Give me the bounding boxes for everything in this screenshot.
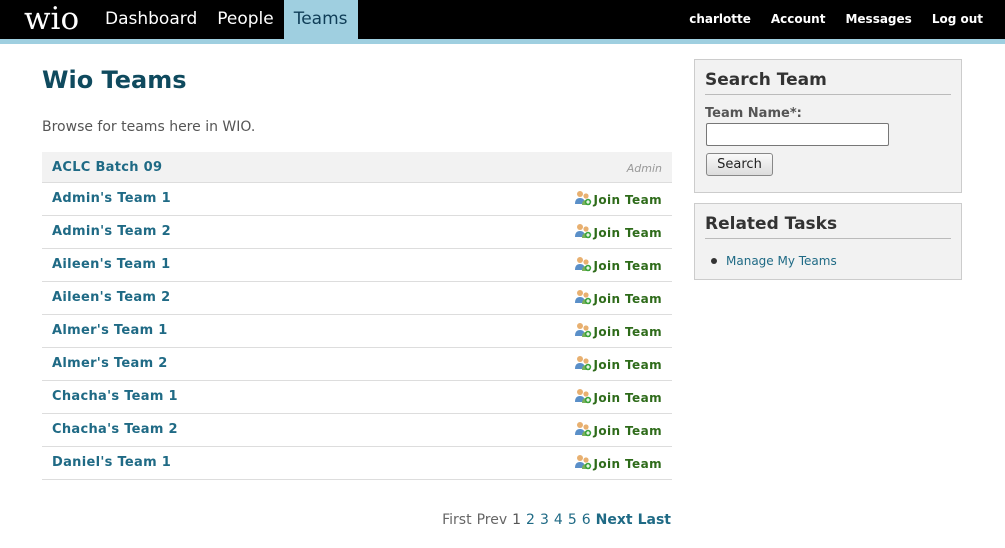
team-name-link[interactable]: Almer's Team 2 xyxy=(52,356,168,371)
table-row: Aileen's Team 2 Join Team xyxy=(42,282,672,315)
join-team-icon xyxy=(574,422,591,437)
team-name-link[interactable]: ACLC Batch 09 xyxy=(52,160,162,175)
team-name-label: Team Name*: xyxy=(705,106,802,121)
pager-page-6[interactable]: 6 xyxy=(582,512,591,528)
messages-link[interactable]: Messages xyxy=(825,0,911,39)
join-team-button[interactable]: Join Team xyxy=(574,323,662,339)
join-team-label: Join Team xyxy=(593,292,662,306)
intro-text: Browse for teams here in WIO. xyxy=(42,119,256,135)
table-row: Almer's Team 2 Join Team xyxy=(42,348,672,381)
table-row: Almer's Team 1 Join Team xyxy=(42,315,672,348)
team-name-link[interactable]: Aileen's Team 1 xyxy=(52,257,170,272)
page-title: Wio Teams xyxy=(42,66,187,94)
table-row: Admin's Team 2 Join Team xyxy=(42,216,672,249)
join-team-label: Join Team xyxy=(593,325,662,339)
join-team-label: Join Team xyxy=(593,391,662,405)
join-team-button[interactable]: Join Team xyxy=(574,389,662,405)
nav-dashboard[interactable]: Dashboard xyxy=(95,0,207,39)
join-team-label: Join Team xyxy=(593,226,662,240)
pager-page-2[interactable]: 2 xyxy=(526,512,535,528)
bullet-icon xyxy=(711,258,717,264)
table-row: Admin's Team 1 Join Team xyxy=(42,183,672,216)
manage-my-teams-link[interactable]: Manage My Teams xyxy=(711,254,837,268)
admin-badge: Admin xyxy=(626,162,662,175)
join-team-label: Join Team xyxy=(593,457,662,471)
join-team-icon xyxy=(574,389,591,404)
task-list: Manage My Teams xyxy=(711,254,837,268)
nav-teams[interactable]: Teams xyxy=(283,0,358,39)
table-row: Chacha's Team 2 Join Team xyxy=(42,414,672,447)
team-name-link[interactable]: Aileen's Team 2 xyxy=(52,290,170,305)
table-row: Daniel's Team 1 Join Team xyxy=(42,447,672,480)
search-team-title: Search Team xyxy=(705,70,951,95)
pager-page-4[interactable]: 4 xyxy=(554,512,563,528)
related-tasks-title: Related Tasks xyxy=(705,214,951,239)
user-nav: charlotte Account Messages Log out xyxy=(669,0,983,39)
join-team-icon xyxy=(574,257,591,272)
join-team-label: Join Team xyxy=(593,259,662,273)
main-nav: Dashboard People Teams xyxy=(95,0,358,39)
pager-prev: Prev xyxy=(476,512,508,528)
join-team-label: Join Team xyxy=(593,424,662,438)
join-team-icon xyxy=(574,224,591,239)
pager-next[interactable]: Next xyxy=(596,512,633,528)
pager-page-3[interactable]: 3 xyxy=(540,512,549,528)
pager-first: First xyxy=(442,512,472,528)
top-nav-bar: wio Dashboard People Teams charlotte Acc… xyxy=(0,0,1005,39)
join-team-button[interactable]: Join Team xyxy=(574,290,662,306)
table-row: ACLC Batch 09 Admin xyxy=(42,152,672,183)
pagination: First Prev 1 2 3 4 5 6 Next Last xyxy=(437,512,671,528)
join-team-button[interactable]: Join Team xyxy=(574,455,662,471)
team-name-link[interactable]: Chacha's Team 2 xyxy=(52,422,178,437)
account-link[interactable]: Account xyxy=(751,0,826,39)
team-name-link[interactable]: Daniel's Team 1 xyxy=(52,455,171,470)
team-name-link[interactable]: Chacha's Team 1 xyxy=(52,389,178,404)
join-team-button[interactable]: Join Team xyxy=(574,257,662,273)
join-team-icon xyxy=(574,455,591,470)
table-row: Aileen's Team 1 Join Team xyxy=(42,249,672,282)
task-label: Manage My Teams xyxy=(726,254,837,268)
nav-people[interactable]: People xyxy=(207,0,283,39)
logout-link[interactable]: Log out xyxy=(912,0,983,39)
search-team-panel: Search Team Team Name*: Search xyxy=(694,59,962,193)
user-profile-link[interactable]: charlotte xyxy=(669,0,751,39)
team-name-link[interactable]: Admin's Team 2 xyxy=(52,224,171,239)
join-team-icon xyxy=(574,290,591,305)
join-team-button[interactable]: Join Team xyxy=(574,422,662,438)
pager-last[interactable]: Last xyxy=(638,512,671,528)
join-team-icon xyxy=(574,356,591,371)
table-row: Chacha's Team 1 Join Team xyxy=(42,381,672,414)
search-button[interactable]: Search xyxy=(706,153,773,176)
join-team-button[interactable]: Join Team xyxy=(574,191,662,207)
join-team-label: Join Team xyxy=(593,193,662,207)
pager-page-5[interactable]: 5 xyxy=(568,512,577,528)
join-team-icon xyxy=(574,323,591,338)
pager-current-page: 1 xyxy=(512,512,522,528)
join-team-button[interactable]: Join Team xyxy=(574,356,662,372)
related-tasks-panel: Related Tasks Manage My Teams xyxy=(694,203,962,280)
join-team-icon xyxy=(574,191,591,206)
wio-logo[interactable]: wio xyxy=(24,0,79,39)
join-team-button[interactable]: Join Team xyxy=(574,224,662,240)
team-list: ACLC Batch 09 Admin Admin's Team 1 Join … xyxy=(42,152,672,480)
team-name-link[interactable]: Almer's Team 1 xyxy=(52,323,168,338)
nav-accent-stripe xyxy=(0,39,1005,44)
join-team-label: Join Team xyxy=(593,358,662,372)
team-name-input[interactable] xyxy=(706,123,889,146)
team-name-link[interactable]: Admin's Team 1 xyxy=(52,191,171,206)
